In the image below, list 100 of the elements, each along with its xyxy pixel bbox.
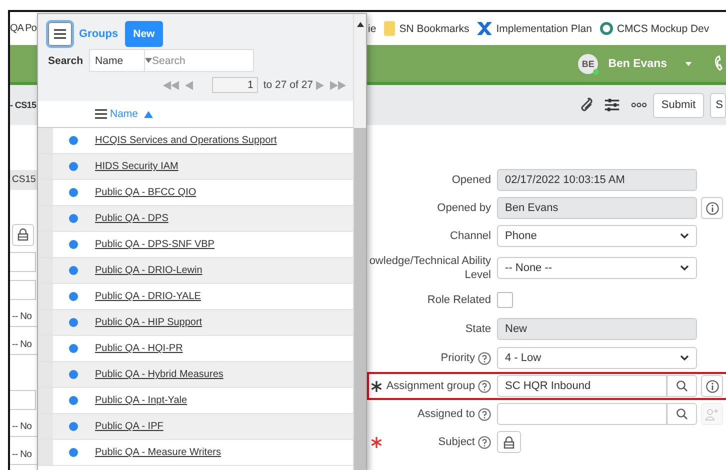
toolbar-button[interactable]: Submit: [653, 92, 704, 118]
list-row[interactable]: Public QA - Hybrid Measures: [38, 362, 353, 388]
list-row[interactable]: Public QA - DRIO-Lewin: [38, 258, 353, 284]
search-field[interactable]: Search: [145, 49, 254, 72]
text-field[interactable]: [10, 252, 36, 272]
group-link[interactable]: Public QA - DRIO-Lewin: [95, 265, 202, 276]
column-menu-icon[interactable]: [95, 109, 107, 119]
info-icon: [706, 202, 718, 214]
group-link[interactable]: Public QA - IPF: [95, 421, 164, 432]
chevron-down-icon[interactable]: [680, 233, 689, 239]
field-label: Channel: [450, 229, 491, 243]
list-row[interactable]: Public QA - IPF: [38, 414, 353, 440]
text-field[interactable]: [10, 280, 36, 300]
status-dot: [69, 344, 78, 353]
text-field[interactable]: [10, 390, 36, 410]
list-row[interactable]: Public QA - DRIO-YALE: [38, 284, 353, 310]
group-link[interactable]: Public QA - BFCC QIO: [95, 187, 196, 198]
lock-button[interactable]: [12, 224, 34, 246]
info-button[interactable]: [701, 197, 723, 219]
text-field[interactable]: CS15: [10, 170, 37, 190]
field-label: Role Related: [427, 293, 491, 307]
bookmark-link[interactable]: Implementation Plan: [477, 22, 592, 35]
scrollbar[interactable]: [353, 14, 366, 470]
field-label: Priority: [440, 351, 475, 365]
group-link[interactable]: Public QA - Measure Writers: [95, 447, 221, 458]
help-icon[interactable]: [478, 436, 491, 448]
field-label: State: [465, 322, 491, 336]
sliders-icon[interactable]: [604, 97, 620, 113]
popup-title: Groups: [79, 28, 118, 40]
group-link[interactable]: Public QA - HQI-PR: [95, 343, 183, 354]
group-link[interactable]: Public QA - Hybrid Measures: [95, 369, 224, 380]
read-only-field: Ben Evans: [497, 197, 697, 219]
record-title: - CS15: [10, 100, 37, 110]
list-row[interactable]: Public QA - HIP Support: [38, 310, 353, 336]
status-dot: [69, 240, 78, 249]
read-only-field: 02/17/2022 10:03:15 AM: [497, 169, 697, 191]
status-dot: [69, 266, 78, 275]
checkbox[interactable]: [497, 292, 513, 308]
page-field[interactable]: 1: [212, 77, 258, 93]
info-icon: [706, 380, 718, 392]
group-link[interactable]: HIDS Security IAM: [95, 161, 178, 172]
menu-button[interactable]: [48, 22, 72, 46]
scroll-up-icon[interactable]: [356, 22, 364, 27]
group-link[interactable]: Public QA - DRIO-YALE: [95, 291, 201, 302]
field-label: Opened by: [437, 201, 491, 215]
list-row[interactable]: HCQIS Services and Operations Support: [38, 128, 353, 154]
list-row[interactable]: Public QA - Measure Writers: [38, 440, 353, 466]
list-row[interactable]: HIDS Security IAM: [38, 154, 353, 180]
info-button[interactable]: [701, 375, 723, 397]
help-icon[interactable]: [478, 352, 491, 364]
search-field-dropdown[interactable]: Name: [89, 49, 146, 72]
status-dot: [69, 318, 78, 327]
list-row[interactable]: Public QA - HQI-PR: [38, 336, 353, 362]
status-dot: [69, 136, 78, 145]
list-row[interactable]: Public QA - Inpt-Yale: [38, 388, 353, 414]
group-link[interactable]: Public QA - DPS: [95, 213, 168, 224]
group-link[interactable]: Public QA - HIP Support: [95, 317, 202, 328]
status-dot: [69, 214, 78, 223]
lock-icon: [503, 436, 515, 448]
folder-icon: [384, 21, 396, 36]
chevron-down-icon[interactable]: [680, 355, 689, 361]
group-link[interactable]: Public QA - DPS-SNF VBP: [95, 239, 214, 250]
bookmark-link[interactable]: SN Bookmarks: [384, 21, 470, 36]
status-dot: [69, 370, 78, 379]
dropdown[interactable]: -- None --: [497, 257, 697, 279]
field-label: owledge/Technical Ability Level: [369, 254, 491, 282]
toolbar-button[interactable]: S: [710, 92, 726, 118]
status-dot: [69, 162, 78, 171]
help-icon[interactable]: [478, 380, 491, 392]
status-dot: [69, 292, 78, 301]
cross-icon: [477, 22, 492, 35]
bookmark-link[interactable]: ie: [368, 22, 376, 34]
field-label: Subject: [438, 435, 475, 449]
caret-icon[interactable]: [685, 62, 692, 66]
search-button[interactable]: [667, 403, 697, 425]
lock-button[interactable]: [497, 431, 521, 453]
user-avatar[interactable]: BE: [578, 54, 598, 74]
group-link[interactable]: HCQIS Services and Operations Support: [95, 135, 277, 146]
status-dot: [69, 188, 78, 197]
input-field[interactable]: SC HQR Inbound: [497, 375, 667, 397]
input-field[interactable]: [497, 403, 667, 425]
ring-icon: [600, 22, 613, 35]
field-label: Opened: [452, 173, 491, 187]
status-dot: [69, 422, 78, 431]
more-icon[interactable]: [631, 102, 648, 108]
help-icon[interactable]: [478, 408, 491, 420]
field-label: Assignment group: [386, 379, 475, 393]
chevron-down-icon[interactable]: [680, 265, 689, 271]
bookmark-link[interactable]: QA Po: [10, 23, 37, 34]
search-label: Search: [48, 54, 84, 66]
paperclip-icon[interactable]: [579, 97, 594, 113]
sort-ascending-icon[interactable]: [144, 110, 154, 118]
dropdown[interactable]: 4 - Low: [497, 347, 697, 369]
list-row[interactable]: Public QA - BFCC QIO: [38, 180, 353, 206]
search-button[interactable]: [667, 375, 697, 397]
group-link[interactable]: Public QA - Inpt-Yale: [95, 395, 188, 406]
dropdown[interactable]: Phone: [497, 225, 697, 247]
bookmark-link[interactable]: CMCS Mockup Dev: [600, 22, 710, 35]
list-row[interactable]: Public QA - DPS-SNF VBP: [38, 232, 353, 258]
list-row[interactable]: Public QA - DPS: [38, 206, 353, 232]
